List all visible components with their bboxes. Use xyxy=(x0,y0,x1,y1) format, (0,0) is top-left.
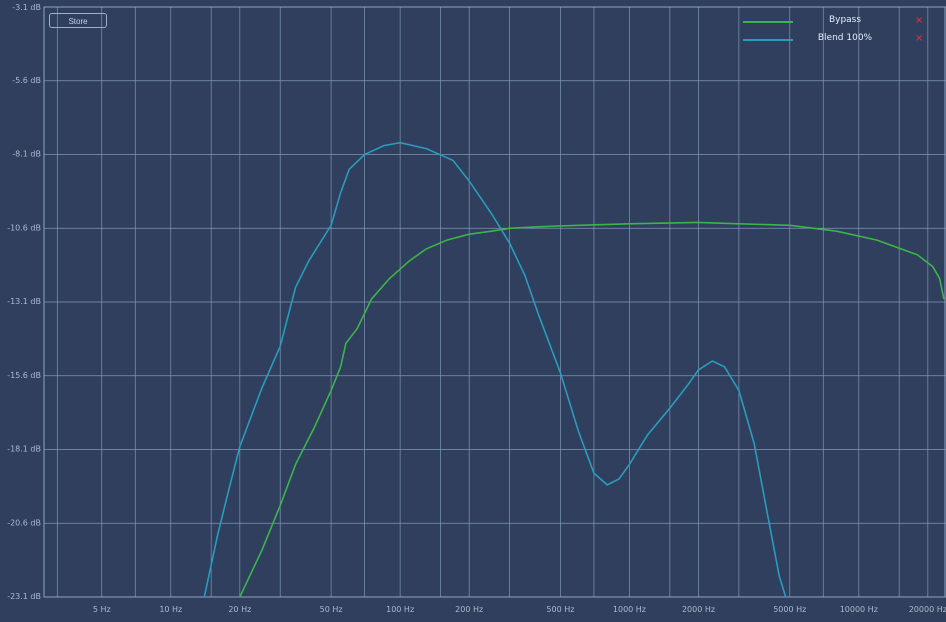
series-lines xyxy=(203,141,945,597)
y-tick-label: -20.6 dB xyxy=(7,518,41,527)
series-line-bypass xyxy=(239,221,945,597)
y-tick-label: -23.1 dB xyxy=(7,592,41,601)
x-tick-label: 5000 Hz xyxy=(773,605,806,614)
legend-label-blend: Blend 100% xyxy=(817,33,873,43)
legend-swatch-blend xyxy=(743,39,793,41)
x-tick-label: 10 Hz xyxy=(159,605,182,614)
y-tick-label: -10.6 dB xyxy=(7,223,41,232)
x-tick-label: 2000 Hz xyxy=(682,605,715,614)
y-tick-label: -3.1 dB xyxy=(12,3,41,12)
x-tick-label: 20000 Hz xyxy=(909,605,946,614)
y-tick-label: -18.1 dB xyxy=(7,445,41,454)
legend-label-bypass: Bypass xyxy=(828,15,862,25)
x-tick-label: 10000 Hz xyxy=(840,605,878,614)
x-tick-label: 1000 Hz xyxy=(613,605,646,614)
remove-blend-icon[interactable]: × xyxy=(915,32,923,46)
y-tick-label: -15.6 dB xyxy=(7,371,41,380)
legend: Bypass × Blend 100% × xyxy=(740,14,940,50)
y-tick-label: -13.1 dB xyxy=(7,297,41,306)
legend-item-blend[interactable]: Blend 100% × xyxy=(740,32,940,50)
y-tick-label: -8.1 dB xyxy=(12,150,41,159)
store-button[interactable]: Store xyxy=(49,13,107,28)
x-tick-label: 500 Hz xyxy=(546,605,574,614)
y-axis-ticks: -3.1 dB -5.6 dB -8.1 dB -10.6 dB -13.1 dB -15… xyxy=(7,3,41,601)
legend-item-bypass[interactable]: Bypass × xyxy=(740,14,940,32)
x-axis-ticks: 5 Hz 10 Hz 20 Hz 50 Hz 100 Hz 200 Hz 500 Hz 100… xyxy=(93,605,946,614)
x-tick-label: 5 Hz xyxy=(93,605,111,614)
x-tick-label: 50 Hz xyxy=(320,605,343,614)
legend-swatch-bypass xyxy=(743,21,793,23)
grid xyxy=(43,6,946,598)
frequency-response-chart: -3.1 dB -5.6 dB -8.1 dB -10.6 dB -13.1 dB -15… xyxy=(7,3,946,614)
y-tick-label: -5.6 dB xyxy=(12,76,41,85)
x-tick-label: 20 Hz xyxy=(228,605,251,614)
x-tick-label: 100 Hz xyxy=(386,605,414,614)
remove-bypass-icon[interactable]: × xyxy=(915,14,923,28)
x-tick-label: 200 Hz xyxy=(455,605,483,614)
